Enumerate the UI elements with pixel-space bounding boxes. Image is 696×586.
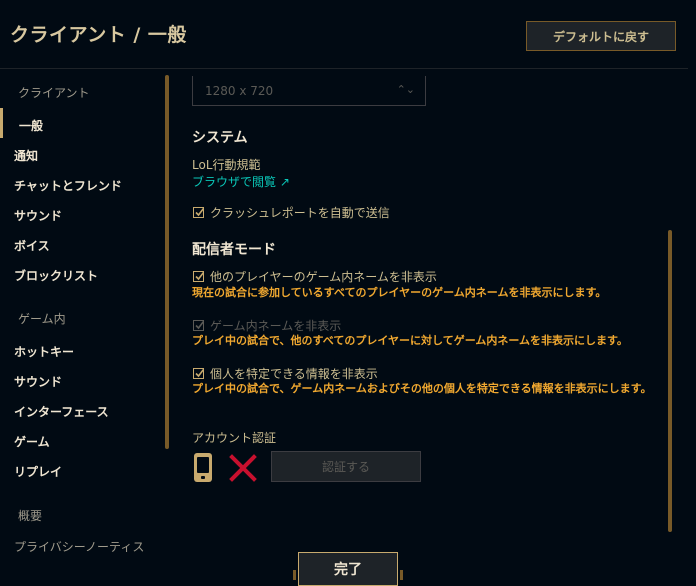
hide-others-names-label: 他のプレイヤーのゲーム内ネームを非表示 bbox=[210, 270, 437, 284]
hide-personal-info-label: 個人を特定できる情報を非表示 bbox=[210, 367, 378, 381]
reset-defaults-button[interactable]: デフォルトに戻す bbox=[526, 21, 676, 51]
hide-others-names-checkbox[interactable] bbox=[193, 271, 205, 282]
sidebar-item-block-list[interactable]: ブロックリスト bbox=[14, 267, 98, 284]
sidebar-item-general[interactable]: 一般 bbox=[19, 117, 43, 134]
hide-own-name-checkbox bbox=[193, 320, 205, 331]
done-button[interactable]: 完了 bbox=[298, 552, 398, 586]
checkmark-icon bbox=[195, 321, 205, 330]
crash-report-option[interactable]: クラッシュレポートを自動で送信 bbox=[193, 204, 390, 221]
sidebar-item-game[interactable]: ゲーム bbox=[14, 433, 50, 450]
sidebar-item-notifications[interactable]: 通知 bbox=[14, 147, 38, 164]
hide-others-names-desc: 現在の試合に参加しているすべてのプレイヤーのゲーム内ネームを非表示にします。 bbox=[192, 286, 607, 299]
hide-own-name-desc: プレイ中の試合で、他のすべてのプレイヤーに対してゲーム内ネームを非表示にします。 bbox=[192, 334, 628, 347]
checkmark-icon bbox=[195, 272, 205, 281]
sidebar-item-chat-friends[interactable]: チャットとフレンド bbox=[14, 177, 122, 194]
page-title: クライアント / 一般 bbox=[10, 24, 187, 46]
tos-label: LoL行動規範 bbox=[192, 158, 261, 172]
content-scrollbar[interactable] bbox=[668, 230, 672, 532]
sidebar-section-client: クライアント bbox=[18, 86, 90, 100]
hide-personal-info-option[interactable]: 個人を特定できる情報を非表示 bbox=[193, 365, 378, 382]
sidebar-item-voice[interactable]: ボイス bbox=[14, 237, 50, 254]
phone-icon bbox=[194, 453, 212, 482]
sidebar-active-indicator bbox=[0, 108, 3, 138]
done-button-ornament-left bbox=[293, 570, 296, 580]
resolution-select[interactable]: 1280 x 720 ⌃⌄ bbox=[192, 76, 426, 106]
sidebar-item-interface[interactable]: インターフェース bbox=[14, 403, 109, 420]
x-icon bbox=[229, 454, 257, 482]
tos-browser-link[interactable]: ブラウザで閲覧 ↗ bbox=[192, 173, 290, 190]
sidebar-item-client-sound[interactable]: サウンド bbox=[14, 207, 62, 224]
sidebar-section-about: 概要 bbox=[18, 509, 43, 523]
done-button-ornament-right bbox=[400, 570, 403, 580]
chevron-updown-icon: ⌃⌄ bbox=[396, 83, 415, 96]
sidebar-item-privacy-notice[interactable]: プライバシーノーティス bbox=[14, 538, 144, 555]
hide-own-name-label: ゲーム内ネームを非表示 bbox=[210, 319, 342, 333]
checkmark-icon bbox=[195, 208, 205, 217]
sidebar-section-ingame: ゲーム内 bbox=[18, 312, 66, 326]
hide-personal-info-checkbox[interactable] bbox=[193, 368, 205, 379]
system-heading: システム bbox=[192, 130, 248, 146]
sidebar-item-replay[interactable]: リプレイ bbox=[14, 463, 62, 480]
checkmark-icon bbox=[195, 369, 205, 378]
streamer-mode-heading: 配信者モード bbox=[192, 242, 276, 258]
crash-report-checkbox[interactable] bbox=[193, 207, 205, 218]
sidebar-item-hotkeys[interactable]: ホットキー bbox=[14, 343, 74, 360]
crash-report-label: クラッシュレポートを自動で送信 bbox=[210, 206, 390, 220]
verify-button[interactable]: 認証する bbox=[271, 451, 421, 482]
hide-others-names-option[interactable]: 他のプレイヤーのゲーム内ネームを非表示 bbox=[193, 268, 437, 285]
hide-own-name-option: ゲーム内ネームを非表示 bbox=[193, 317, 341, 334]
sidebar-item-ingame-sound[interactable]: サウンド bbox=[14, 373, 62, 390]
sidebar-scrollbar[interactable] bbox=[165, 75, 169, 449]
hide-personal-info-desc: プレイ中の試合で、ゲーム内ネームおよびその他の個人を特定できる情報を非表示にしま… bbox=[192, 382, 652, 395]
account-verification-label: アカウント認証 bbox=[192, 431, 277, 445]
resolution-value: 1280 x 720 bbox=[205, 83, 274, 98]
